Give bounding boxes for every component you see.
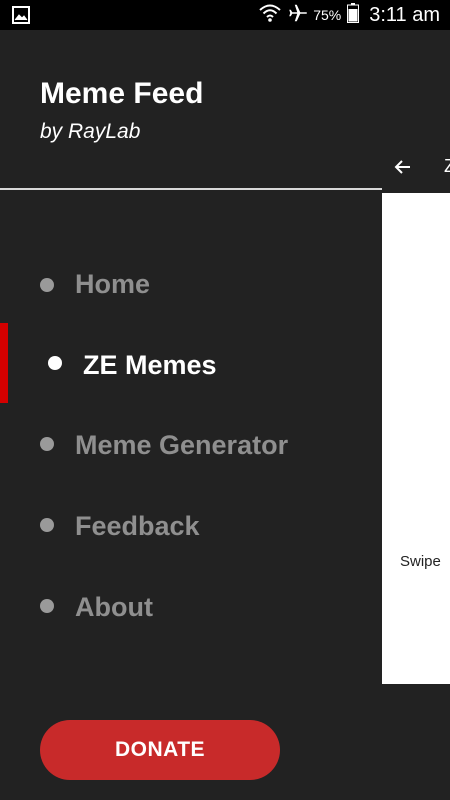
nav-item-label: About: [75, 592, 153, 622]
app-title: Meme Feed: [40, 77, 204, 110]
donate-button[interactable]: DONATE: [40, 720, 280, 780]
nav-item-about[interactable]: About: [0, 568, 382, 648]
wifi-icon: [259, 3, 281, 28]
status-bar: 75% 3:11 am: [0, 0, 450, 30]
battery-icon: [347, 2, 360, 28]
status-icons: 75% 3:11 am: [259, 0, 440, 30]
bullet-icon: [48, 356, 62, 370]
header-divider: [0, 188, 382, 190]
nav-item-label: Home: [75, 269, 151, 299]
nav-item-label: Meme Generator: [75, 430, 289, 460]
nav-item-label: Feedback: [75, 511, 200, 541]
bullet-icon: [40, 518, 54, 532]
nav-item-ze-memes[interactable]: ZE Memes: [0, 326, 382, 406]
bullet-icon: [40, 599, 54, 613]
navigation-drawer: Meme Feed by RayLab Home ZE Memes Meme G…: [0, 30, 382, 800]
app-subtitle: by RayLab: [40, 120, 141, 143]
clock: 3:11 am: [369, 3, 440, 26]
nav-item-meme-generator[interactable]: Meme Generator: [0, 406, 382, 486]
image-notification-icon: [12, 6, 30, 24]
bullet-icon: [40, 437, 54, 451]
airplane-mode-icon: [287, 3, 307, 28]
back-arrow-icon[interactable]: [394, 158, 412, 176]
background-content-card: Swipe: [382, 193, 450, 684]
background-app: Z Swipe: [382, 30, 450, 800]
nav-item-label: ZE Memes: [83, 350, 217, 380]
nav-item-home[interactable]: Home: [0, 245, 382, 325]
nav-item-feedback[interactable]: Feedback: [0, 487, 382, 567]
bullet-icon: [40, 278, 54, 292]
swipe-hint-text: Swipe: [400, 553, 441, 570]
battery-percent: 75%: [313, 7, 342, 23]
background-toolbar-title: Z: [444, 156, 450, 176]
